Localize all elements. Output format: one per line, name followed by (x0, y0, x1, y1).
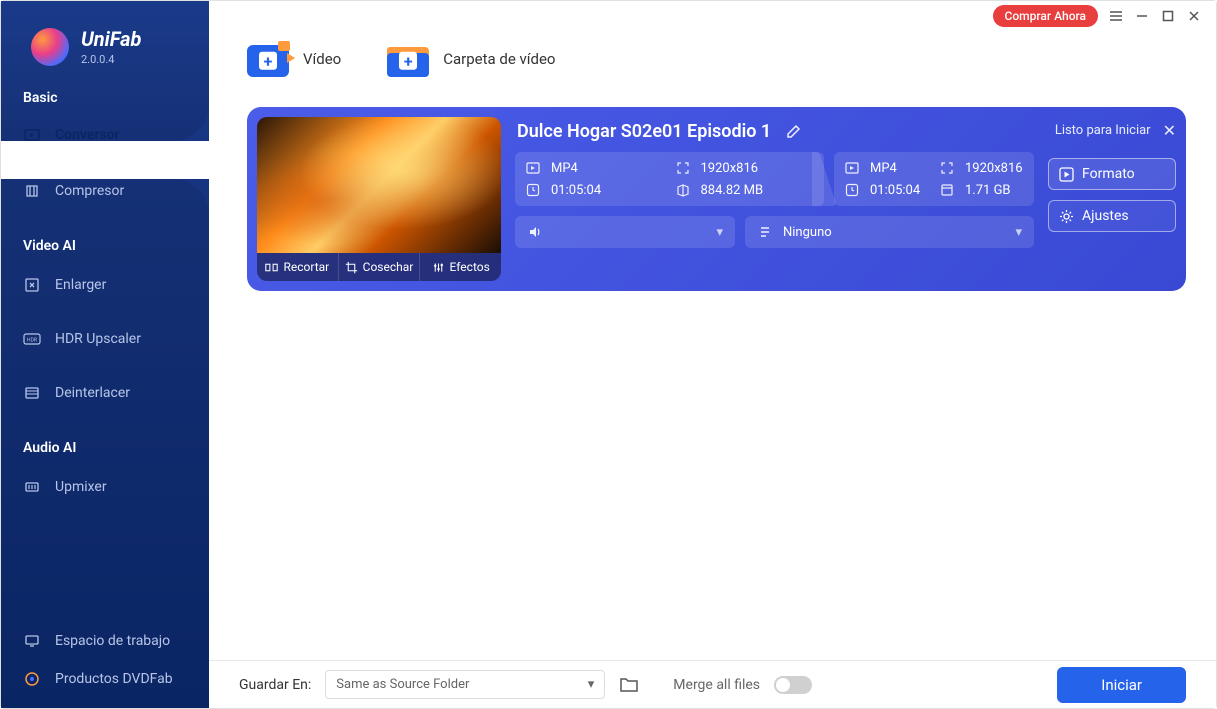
crop-icon (345, 261, 358, 274)
speaker-icon (527, 224, 543, 240)
sidebar-item-upmixer[interactable]: Upmixer (1, 468, 209, 506)
upmixer-icon (23, 478, 41, 496)
gear-icon (1059, 209, 1074, 224)
save-location-select[interactable]: Same as Source Folder ▾ (325, 670, 605, 699)
sidebar-item-label: Productos DVDFab (55, 671, 173, 687)
sidebar-item-label: Espacio de trabajo (55, 633, 170, 649)
app-name: UniFab (81, 27, 141, 51)
sidebar-item-label: Conversor (55, 127, 120, 143)
app-logo: UniFab 2.0.0.4 (1, 1, 209, 66)
edit-title-icon[interactable] (785, 124, 801, 140)
remove-task-icon[interactable]: ✕ (1163, 121, 1176, 140)
effects-icon (432, 261, 445, 274)
duration-icon (844, 182, 860, 198)
add-video-label: Vídeo (303, 50, 341, 68)
sidebar-section-basic: Basic (1, 90, 209, 106)
browse-folder-icon[interactable] (619, 676, 639, 694)
compressor-icon (23, 182, 41, 200)
sidebar-item-deinterlacer[interactable]: Deinterlacer (1, 374, 209, 412)
resolution-icon (939, 160, 955, 176)
format-icon (525, 160, 541, 176)
chevron-down-icon: ▾ (588, 677, 595, 692)
out-format: MP4 (870, 161, 929, 176)
chevron-down-icon: ▾ (1015, 225, 1022, 240)
svg-text:HDR: HDR (27, 338, 37, 344)
sidebar-section-videoai: Video AI (1, 238, 209, 254)
sidebar-item-label: HDR Upscaler (55, 331, 141, 347)
window-titlebar: Comprar Ahora (979, 1, 1217, 31)
add-folder-label: Carpeta de vídeo (443, 50, 555, 68)
settings-button[interactable]: Ajustes (1048, 200, 1176, 232)
in-duration: 01:05:04 (551, 183, 665, 198)
sidebar-item-workspace[interactable]: Espacio de trabajo (1, 622, 209, 660)
main-content: + Vídeo + Carpeta de vídeo Recortar Cose… (209, 1, 1216, 660)
audio-track-select[interactable]: ▾ (515, 216, 735, 248)
out-size: 1.71 GB (965, 183, 1024, 198)
app-version: 2.0.0.4 (81, 53, 141, 66)
buy-now-button[interactable]: Comprar Ahora (993, 5, 1099, 27)
enlarger-icon (23, 276, 41, 294)
trim-button[interactable]: Recortar (257, 253, 339, 281)
sidebar: UniFab 2.0.0.4 Basic Conversor Compresor… (1, 1, 209, 708)
sidebar-section-audioai: Audio AI (1, 440, 209, 456)
in-resolution: 1920x816 (701, 161, 815, 176)
deinterlacer-icon (23, 384, 41, 402)
sidebar-item-label: Deinterlacer (55, 385, 130, 401)
hdr-icon: HDR (23, 330, 41, 348)
input-meta: MP4 1920x816 01:05:04 884.82 MB (515, 152, 824, 206)
sidebar-item-label: Upmixer (55, 479, 107, 495)
video-thumbnail[interactable] (257, 117, 501, 253)
out-duration: 01:05:04 (870, 183, 929, 198)
sidebar-item-label: Enlarger (55, 277, 106, 293)
in-format: MP4 (551, 161, 665, 176)
format-icon (844, 160, 860, 176)
save-to-label: Guardar En: (239, 677, 311, 693)
maximize-icon[interactable] (1160, 8, 1176, 24)
subtitle-select[interactable]: Ninguno ▾ (745, 216, 1034, 248)
thumbnail-tools: Recortar Cosechar Efectos (257, 253, 501, 281)
task-title: Dulce Hogar S02e01 Episodio 1 (517, 121, 771, 142)
subtitle-value: Ninguno (783, 225, 832, 240)
merge-label: Merge all files (673, 677, 760, 693)
sidebar-item-compresor[interactable]: Compresor (1, 172, 209, 210)
size-icon (675, 182, 691, 198)
sidebar-item-dvdfab[interactable]: Productos DVDFab (1, 660, 209, 698)
format-button[interactable]: Formato (1048, 158, 1176, 190)
in-size: 884.82 MB (701, 183, 815, 198)
size-icon (939, 182, 955, 198)
minimize-icon[interactable] (1134, 8, 1150, 24)
play-icon (1059, 167, 1074, 182)
add-folder-button[interactable]: + Carpeta de vídeo (387, 41, 555, 77)
task-card: Recortar Cosechar Efectos Dulce Hogar S0… (247, 107, 1186, 291)
add-source-row: + Vídeo + Carpeta de vídeo (247, 41, 1186, 77)
duration-icon (525, 182, 541, 198)
trim-icon (265, 261, 278, 274)
task-status: Listo para Iniciar (1055, 123, 1151, 138)
subtitle-icon (757, 224, 773, 240)
bottom-bar: Guardar En: Same as Source Folder ▾ Merg… (209, 660, 1216, 708)
output-meta: MP4 1920x816 01:05:04 1.71 GB (834, 152, 1034, 206)
converter-icon (23, 126, 41, 144)
chevron-down-icon: ▾ (716, 225, 723, 240)
close-icon[interactable] (1186, 8, 1202, 24)
add-video-button[interactable]: + Vídeo (247, 41, 341, 77)
workspace-icon (23, 632, 41, 650)
sidebar-item-enlarger[interactable]: Enlarger (1, 266, 209, 304)
logo-icon (31, 28, 69, 66)
effects-button[interactable]: Efectos (420, 253, 501, 281)
resolution-icon (675, 160, 691, 176)
sidebar-item-hdr[interactable]: HDR HDR Upscaler (1, 320, 209, 358)
merge-toggle[interactable] (774, 676, 812, 694)
dvdfab-icon (23, 670, 41, 688)
save-location-value: Same as Source Folder (336, 677, 469, 692)
menu-icon[interactable] (1108, 8, 1124, 24)
sidebar-item-label: Compresor (55, 183, 124, 199)
crop-button[interactable]: Cosechar (339, 253, 421, 281)
sidebar-item-conversor[interactable]: Conversor (1, 116, 209, 154)
start-button[interactable]: Iniciar (1057, 667, 1186, 703)
out-resolution: 1920x816 (965, 161, 1024, 176)
